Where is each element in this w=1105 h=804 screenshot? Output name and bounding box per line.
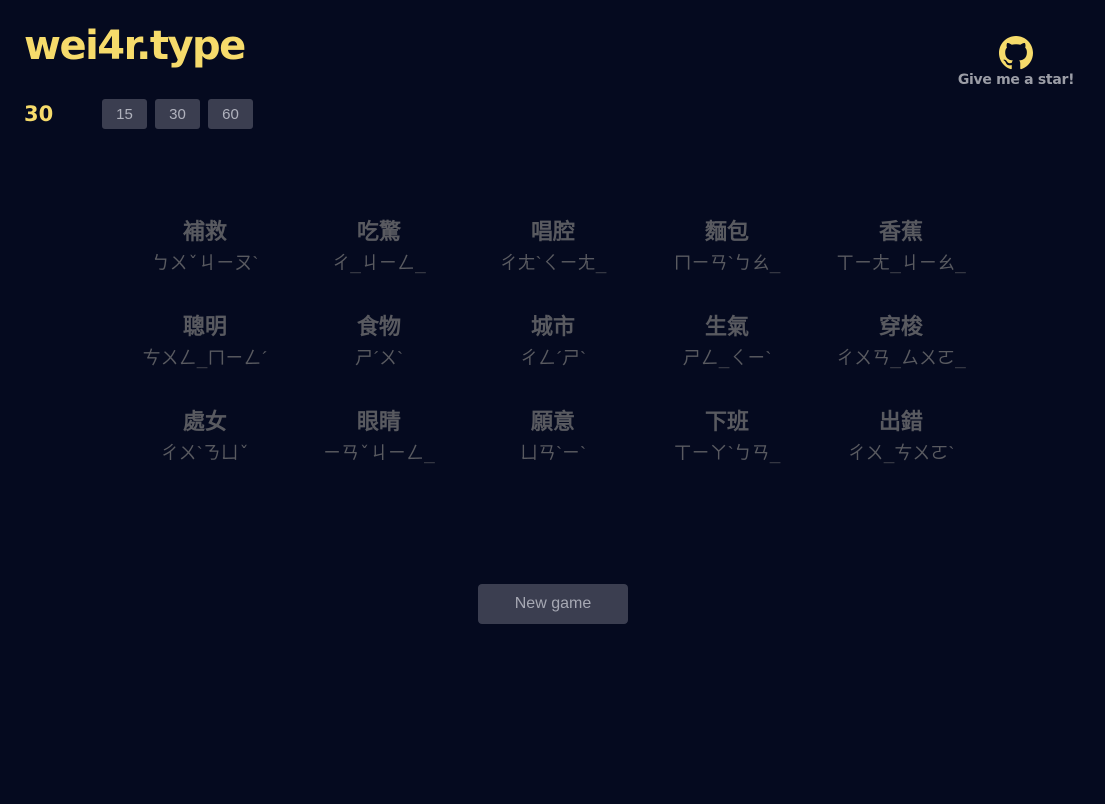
word-card: 食物 ㄕˊㄨˋ — [292, 309, 466, 404]
word-hanzi: 唱腔 — [530, 220, 575, 245]
word-hanzi: 香蕉 — [878, 220, 923, 245]
word-card: 生氣 ㄕㄥ_ㄑㄧˋ — [640, 309, 814, 404]
word-zhuyin: ㄒㄧㄚˋㄅㄢ_ — [673, 443, 781, 464]
app-title: wei4r.type — [24, 23, 246, 69]
github-star-link[interactable]: Give me a star! — [951, 36, 1081, 88]
duration-30-button[interactable]: 30 — [155, 99, 200, 129]
word-zhuyin: ㄘㄨㄥ_ㄇㄧㄥˊ — [142, 348, 268, 369]
word-zhuyin: ㄔㄨㄢ_ㄙㄨㄛ_ — [836, 348, 966, 369]
timer-countdown: 30 — [24, 102, 54, 126]
word-hanzi: 處女 — [182, 410, 227, 435]
word-zhuyin: ㄕㄥ_ㄑㄧˋ — [682, 348, 772, 369]
word-zhuyin: ㄧㄢˇㄐㄧㄥ_ — [323, 443, 435, 464]
word-card: 穿梭 ㄔㄨㄢ_ㄙㄨㄛ_ — [814, 309, 988, 404]
github-star-label: Give me a star! — [957, 72, 1075, 88]
duration-selector: 15 30 60 — [102, 99, 253, 129]
word-card: 補救 ㄅㄨˇㄐㄧㄡˋ — [118, 214, 292, 309]
word-zhuyin: ㄕˊㄨˋ — [355, 348, 403, 369]
word-hanzi: 食物 — [356, 315, 401, 340]
word-hanzi: 願意 — [530, 410, 575, 435]
word-card: 出錯 ㄔㄨ_ㄘㄨㄛˋ — [814, 404, 988, 499]
word-zhuyin: ㄅㄨˇㄐㄧㄡˋ — [151, 253, 259, 274]
word-card: 城市 ㄔㄥˊㄕˋ — [466, 309, 640, 404]
word-hanzi: 吃驚 — [356, 220, 401, 245]
word-zhuyin: ㄔㄥˊㄕˋ — [520, 348, 586, 369]
word-card: 聰明 ㄘㄨㄥ_ㄇㄧㄥˊ — [118, 309, 292, 404]
word-card: 眼睛 ㄧㄢˇㄐㄧㄥ_ — [292, 404, 466, 499]
word-zhuyin: ㄔㄨˋㄋㄩˇ — [160, 443, 250, 464]
word-hanzi: 下班 — [704, 410, 749, 435]
word-hanzi: 穿梭 — [878, 315, 923, 340]
word-zhuyin: ㄔ_ㄐㄧㄥ_ — [332, 253, 426, 274]
word-hanzi: 城市 — [530, 315, 575, 340]
word-hanzi: 聰明 — [182, 315, 227, 340]
word-zhuyin: ㄒㄧㄤ_ㄐㄧㄠ_ — [836, 253, 966, 274]
word-zhuyin: ㄇㄧㄢˋㄅㄠ_ — [673, 253, 781, 274]
duration-60-button[interactable]: 60 — [208, 99, 253, 129]
word-card: 下班 ㄒㄧㄚˋㄅㄢ_ — [640, 404, 814, 499]
word-hanzi: 出錯 — [878, 410, 923, 435]
word-card: 處女 ㄔㄨˋㄋㄩˇ — [118, 404, 292, 499]
word-hanzi: 眼睛 — [356, 410, 401, 435]
word-hanzi: 補救 — [182, 220, 227, 245]
word-grid: 補救 ㄅㄨˇㄐㄧㄡˋ 吃驚 ㄔ_ㄐㄧㄥ_ 唱腔 ㄔㄤˋㄑㄧㄤ_ 麵包 ㄇㄧㄢˋㄅ… — [118, 214, 988, 499]
word-zhuyin: ㄔㄤˋㄑㄧㄤ_ — [499, 253, 607, 274]
word-zhuyin: ㄩㄢˋㄧˋ — [520, 443, 586, 464]
duration-15-button[interactable]: 15 — [102, 99, 147, 129]
word-card: 麵包 ㄇㄧㄢˋㄅㄠ_ — [640, 214, 814, 309]
word-card: 唱腔 ㄔㄤˋㄑㄧㄤ_ — [466, 214, 640, 309]
word-hanzi: 生氣 — [704, 315, 749, 340]
word-card: 願意 ㄩㄢˋㄧˋ — [466, 404, 640, 499]
word-hanzi: 麵包 — [704, 220, 749, 245]
new-game-button[interactable]: New game — [478, 584, 628, 624]
word-card: 吃驚 ㄔ_ㄐㄧㄥ_ — [292, 214, 466, 309]
github-icon — [999, 36, 1033, 70]
word-zhuyin: ㄔㄨ_ㄘㄨㄛˋ — [847, 443, 955, 464]
word-card: 香蕉 ㄒㄧㄤ_ㄐㄧㄠ_ — [814, 214, 988, 309]
